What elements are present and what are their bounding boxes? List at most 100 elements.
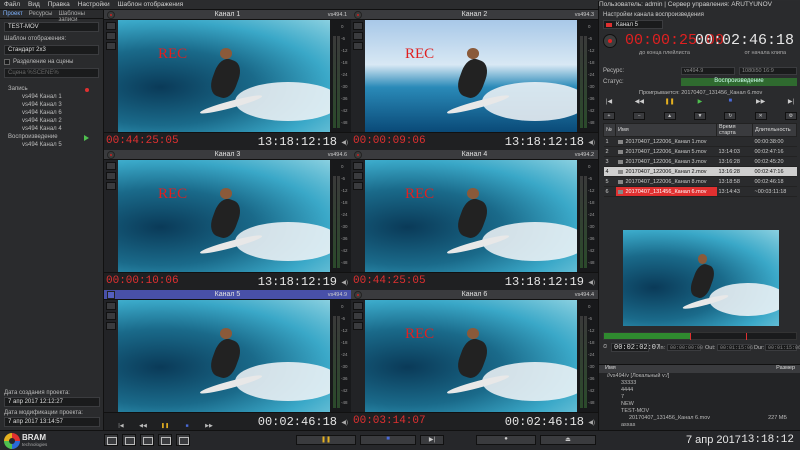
forward-button[interactable]: ▶▶ xyxy=(755,98,767,108)
side-button[interactable] xyxy=(106,182,116,190)
resource-select[interactable]: vs494.9 xyxy=(681,67,735,75)
browser-item[interactable]: 7 xyxy=(599,394,800,401)
rewind-button[interactable]: ◀◀ xyxy=(633,98,645,108)
menu-view[interactable]: Вид xyxy=(28,1,40,8)
remove-clip-button[interactable]: − xyxy=(633,112,646,120)
playlist-row[interactable]: 5 20170407_122006_Канал 8.mov 13:18:58 00:0… xyxy=(603,176,797,187)
side-button[interactable] xyxy=(106,302,116,310)
channel-tile[interactable]: Канал 2 vs494.3 REC 0 -6 -12 -18 -24 -30 -36 -42 -4… xyxy=(351,10,598,150)
layout-5-button[interactable] xyxy=(176,434,190,446)
format-select[interactable]: 1080i50 16:9 xyxy=(739,67,797,75)
pause-button[interactable]: ❚❚ xyxy=(664,98,676,108)
side-button[interactable] xyxy=(106,322,116,330)
clip-timeline[interactable] xyxy=(603,332,797,340)
speaker-icon[interactable]: ◀) xyxy=(341,139,348,146)
tab-rec-templates[interactable]: Шаблоны записи xyxy=(55,10,103,23)
playhead[interactable] xyxy=(690,333,691,340)
speaker-icon[interactable]: ◀) xyxy=(588,419,595,426)
side-button[interactable] xyxy=(353,302,363,310)
play-button[interactable]: ▶ xyxy=(694,98,706,108)
settings-button[interactable]: ⚙ xyxy=(784,112,797,120)
tree-item[interactable]: vs494 Канал 2 xyxy=(0,118,103,126)
menu-file[interactable]: Файл xyxy=(4,1,20,8)
side-button[interactable] xyxy=(353,22,363,30)
channel-header[interactable]: Канал 3 vs494.6 xyxy=(104,150,351,160)
channel-tile[interactable]: Канал 6 vs494.4 REC 0 -6 -12 -18 -24 -30 -36 -42 -4… xyxy=(351,290,598,430)
side-button[interactable] xyxy=(106,312,116,320)
speaker-icon[interactable]: ◀) xyxy=(341,419,348,426)
side-button[interactable] xyxy=(353,322,363,330)
side-button[interactable] xyxy=(353,182,363,190)
tree-item[interactable]: vs494 Канал 6 xyxy=(0,110,103,118)
channel-video[interactable]: REC xyxy=(118,160,330,272)
speaker-icon[interactable]: ◀) xyxy=(588,139,595,146)
channel-video[interactable]: REC xyxy=(365,160,577,272)
playlist-row[interactable]: 1 20170407_122006_Канал 1.mov 00:00:38:00 xyxy=(603,136,797,147)
tab-project[interactable]: Проект xyxy=(0,10,26,18)
channel-header[interactable]: Канал 5 vs494.9 xyxy=(104,290,351,300)
channel-video[interactable]: REC xyxy=(118,20,330,132)
channel-video[interactable]: REC xyxy=(365,300,577,412)
global-stop-button[interactable]: ■ xyxy=(360,435,416,445)
menu-settings[interactable]: Настройки xyxy=(78,1,110,8)
playlist-row[interactable]: 3 20170407_122006_Канал 3.mov 13:16:28 00:0… xyxy=(603,156,797,167)
browser-item[interactable]: 20170407_131456_Канал 6.mov 227 МБ xyxy=(599,415,800,422)
global-pause-button[interactable]: ❚❚ xyxy=(296,435,356,445)
in-timecode[interactable]: 00:00:00:00 xyxy=(667,344,703,351)
tree-node-playback[interactable]: Воспроизведение xyxy=(0,134,103,142)
menu-edit[interactable]: Правка xyxy=(48,1,70,8)
speaker-icon[interactable]: ◀) xyxy=(341,279,348,286)
side-button[interactable] xyxy=(106,172,116,180)
clear-button[interactable]: ✕ xyxy=(754,112,767,120)
browser-item[interactable]: TEST-MOV xyxy=(599,408,800,415)
channel-tile[interactable]: Канал 4 vs494.2 REC 0 -6 -12 -18 -24 -30 -36 -42 -4… xyxy=(351,150,598,290)
move-down-button[interactable]: ▼ xyxy=(693,112,706,120)
channel-video[interactable]: REC xyxy=(365,20,577,132)
skip-back-button[interactable]: |◀ xyxy=(603,98,615,108)
global-next-button[interactable]: ▶| xyxy=(420,435,444,445)
record-button[interactable] xyxy=(603,34,617,48)
col-name[interactable]: Имя xyxy=(615,123,717,137)
channel-header[interactable]: Канал 1 vs494.1 xyxy=(104,10,351,20)
col-start[interactable]: Время старта xyxy=(716,123,753,137)
skip-back-button[interactable]: |◀ xyxy=(114,423,128,429)
layout-3-button[interactable] xyxy=(140,434,154,446)
browser-item[interactable]: asxas xyxy=(599,422,800,429)
playlist-row[interactable]: 6 20170407_131456_Канал 6.mov 13:14:43 ~00:… xyxy=(603,186,797,197)
side-button[interactable] xyxy=(353,42,363,50)
global-eject-button[interactable]: ⏏ xyxy=(540,435,596,445)
side-button[interactable] xyxy=(106,162,116,170)
side-button[interactable] xyxy=(353,172,363,180)
browser-item[interactable]: //vs494/v [Локальный v:/] xyxy=(599,373,800,380)
side-button[interactable] xyxy=(106,32,116,40)
playlist-row[interactable]: 4 20170407_122006_Канал 2.mov 13:16:28 00:0… xyxy=(603,166,797,177)
col-duration[interactable]: Длительность xyxy=(752,123,797,137)
add-clip-button[interactable]: + xyxy=(603,112,615,120)
stop-button[interactable]: ■ xyxy=(180,423,194,429)
side-button[interactable] xyxy=(106,22,116,30)
channel-tile[interactable]: Канал 3 vs494.6 REC 0 -6 -12 -18 -24 -30 -36 -42 -4… xyxy=(104,150,351,290)
out-marker[interactable] xyxy=(746,333,747,340)
move-up-button[interactable]: ▲ xyxy=(663,112,676,120)
forward-button[interactable]: ▶▶ xyxy=(202,423,216,429)
current-timecode[interactable]: 00:02:02:07 xyxy=(611,343,660,352)
channel-tile[interactable]: Канал 1 vs494.1 REC 0 -6 -12 -18 -24 -30 -36 -42 -4… xyxy=(104,10,351,150)
tree-item[interactable]: vs494 Канал 4 xyxy=(0,126,103,134)
tree-node-record[interactable]: Запись xyxy=(0,86,103,94)
side-button[interactable] xyxy=(353,312,363,320)
channel-header[interactable]: Канал 4 vs494.2 xyxy=(351,150,598,160)
out-timecode[interactable]: 00:01:15:06 xyxy=(717,344,753,351)
browser-item[interactable]: 4444 xyxy=(599,387,800,394)
channel-header[interactable]: Канал 2 vs494.3 xyxy=(351,10,598,20)
channel-video[interactable] xyxy=(118,300,330,412)
channel-tile[interactable]: Канал 5 vs494.9 0 -6 -12 -18 -24 -30 -36 -42 -48 |◀… xyxy=(104,290,351,430)
split-scenes-checkbox[interactable]: Разделение на сцены xyxy=(4,59,99,65)
loop-button[interactable]: ↻ xyxy=(724,112,737,120)
browser-item[interactable]: NEW xyxy=(599,401,800,408)
tree-item[interactable]: vs494 Канал 5 xyxy=(0,142,103,150)
playlist-row[interactable]: 2 20170407_122006_Канал 5.mov 13:14:03 00:0… xyxy=(603,146,797,157)
pause-button[interactable]: ❚❚ xyxy=(158,423,172,429)
layout-4-button[interactable] xyxy=(158,434,172,446)
global-record-button[interactable]: ● xyxy=(476,435,536,445)
checkbox-box[interactable] xyxy=(4,59,10,65)
